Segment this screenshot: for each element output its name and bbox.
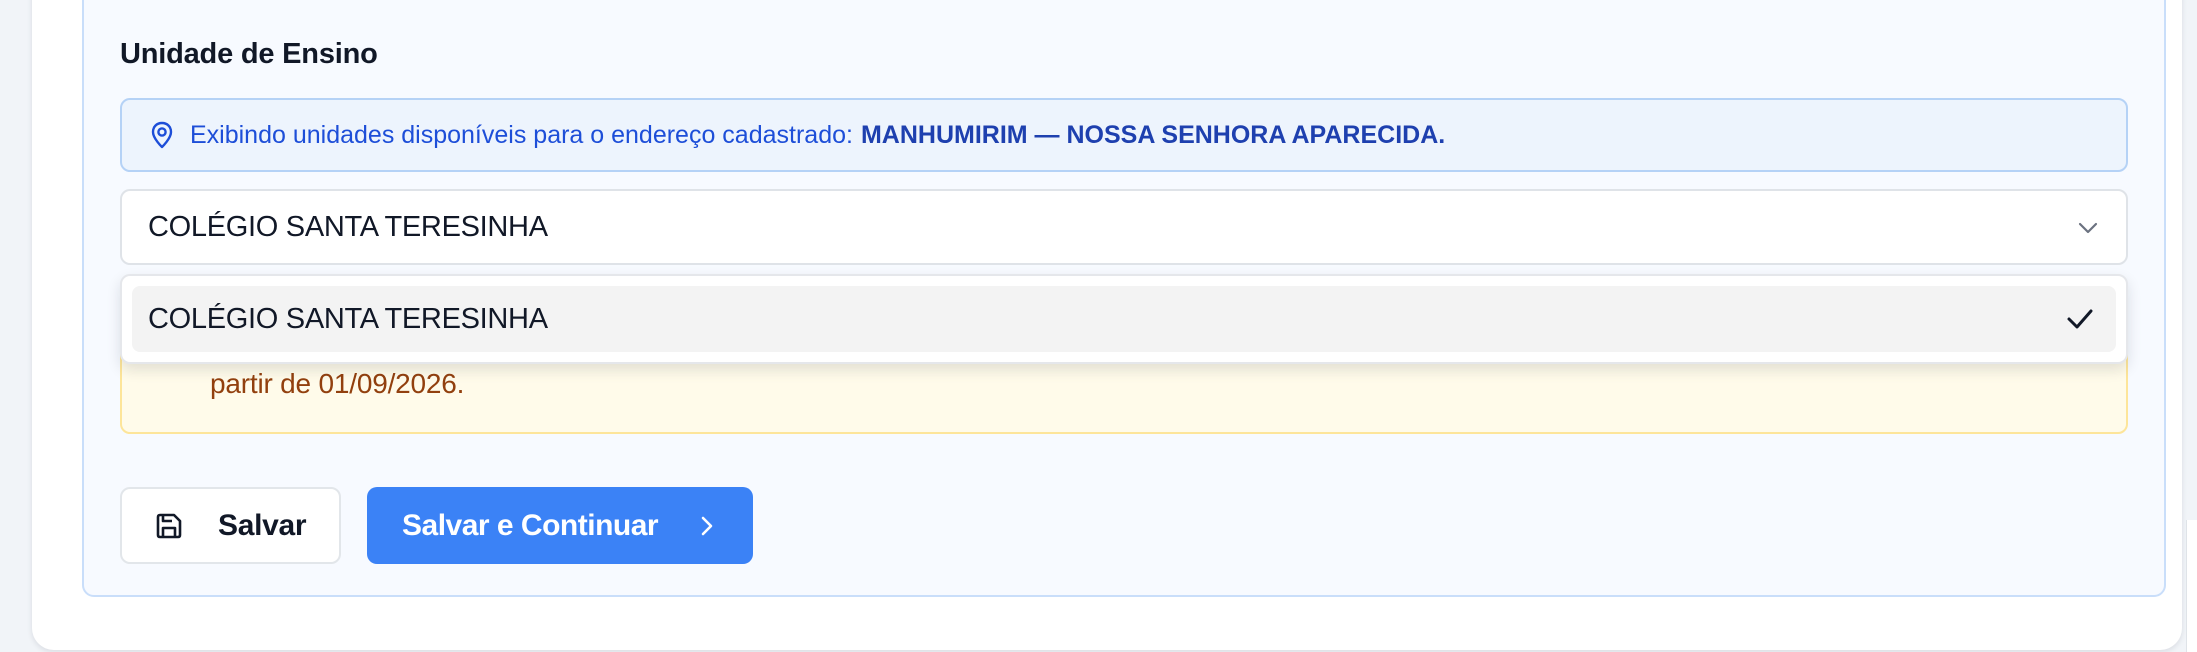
save-and-continue-label: Salvar e Continuar xyxy=(402,508,659,542)
dropdown-option[interactable]: COLÉGIO SANTA TERESINHA xyxy=(132,286,2116,352)
save-button[interactable]: Salvar xyxy=(120,487,341,564)
check-icon xyxy=(2067,309,2093,329)
save-and-continue-button[interactable]: Salvar e Continuar xyxy=(367,487,753,564)
chevron-down-icon xyxy=(2078,222,2098,234)
save-disk-icon xyxy=(156,513,182,538)
section-title: Unidade de Ensino xyxy=(120,38,378,70)
info-banner-text: Exibindo unidades disponíveis para o end… xyxy=(190,120,853,149)
dropdown-option-label: COLÉGIO SANTA TERESINHA xyxy=(148,302,548,335)
warning-text: partir de 01/09/2026. xyxy=(210,368,465,399)
address-info-banner: Exibindo unidades disponíveis para o end… xyxy=(120,98,2128,172)
school-unit-select[interactable]: COLÉGIO SANTA TERESINHA xyxy=(120,189,2128,265)
map-pin-icon xyxy=(151,121,173,149)
adjacent-panel-edge xyxy=(2186,520,2197,652)
school-unit-dropdown: COLÉGIO SANTA TERESINHA xyxy=(120,274,2128,364)
save-button-label: Salvar xyxy=(218,508,307,542)
info-banner-location: MANHUMIRIM — NOSSA SENHORA APARECIDA. xyxy=(860,120,1446,149)
select-value: COLÉGIO SANTA TERESINHA xyxy=(148,210,548,243)
chevron-right-icon xyxy=(701,516,713,535)
